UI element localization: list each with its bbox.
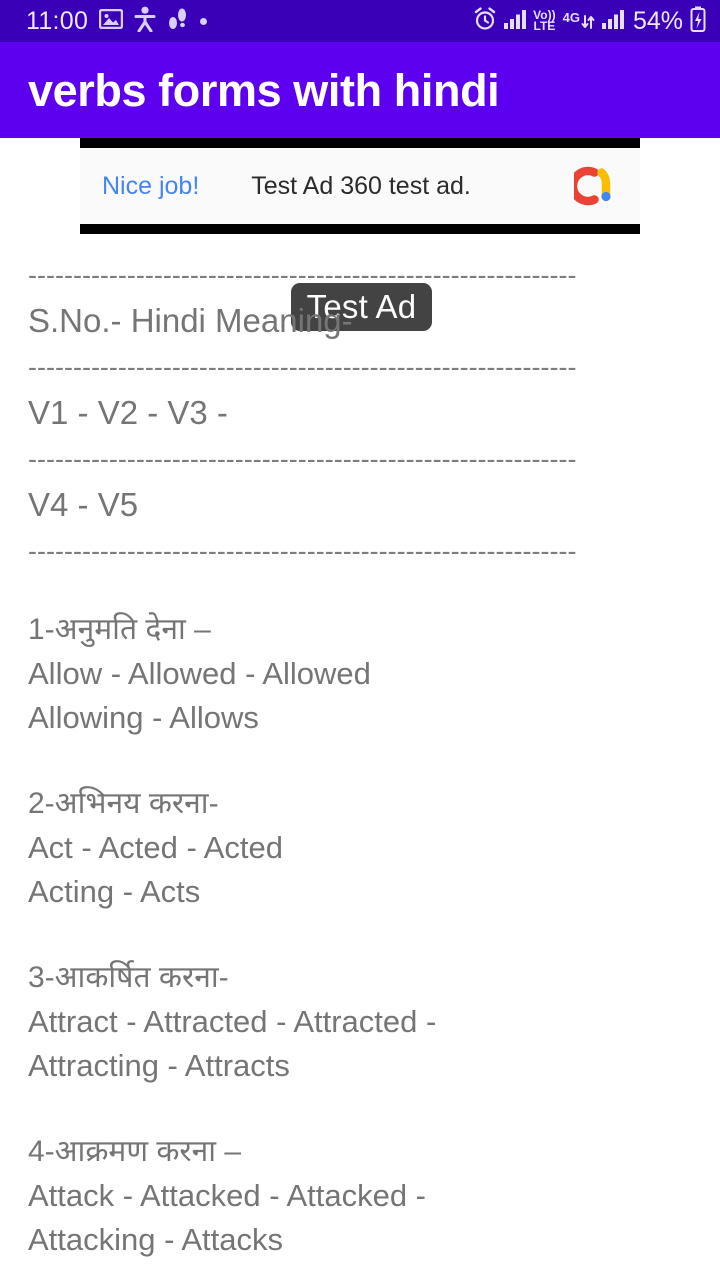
alarm-icon [473, 6, 497, 36]
separator-rule: ----------------------------------------… [28, 352, 577, 382]
separator-rule: ----------------------------------------… [28, 444, 577, 474]
page-title: verbs forms with hindi [28, 64, 500, 116]
battery-percent-label: 54% [632, 6, 683, 35]
network-type-icon: 4G [563, 11, 595, 31]
verb-entry: 1-अनुमति देना – Allow - Allowed - Allowe… [28, 608, 692, 740]
ad-content[interactable]: Nice job! Test Ad 360 test ad. [80, 148, 640, 224]
verb-entry: 2-अभिनय करना- Act - Acted - Acted Acting… [28, 782, 692, 914]
image-icon [99, 8, 124, 34]
verb-entry: 4-आक्रमण करना – Attack - Attacked - Atta… [28, 1130, 692, 1262]
ad-frame[interactable]: Nice job! Test Ad 360 test ad. [80, 138, 640, 234]
data-arrows-icon [581, 15, 595, 29]
verb-forms-line-1: Attract - Attracted - Attracted - [28, 1004, 437, 1039]
network-type-label: 4G [562, 10, 580, 25]
verb-list: ----------------------------------------… [0, 234, 720, 1262]
header-line-v4v5: V4 - V5 [28, 486, 139, 523]
battery-charging-icon [690, 6, 706, 37]
verb-hindi-meaning: 4-आक्रमण करना – [28, 1135, 242, 1168]
verb-hindi-meaning: 2-अभिनय करना- [28, 787, 219, 820]
verb-forms-line-2: Attacking - Attacks [28, 1222, 283, 1257]
signal-bars-2-icon [601, 9, 624, 34]
accessibility-icon [134, 6, 156, 37]
verb-forms-line-1: Attack - Attacked - Attacked - [28, 1178, 427, 1213]
app-bar: verbs forms with hindi [0, 42, 720, 138]
status-bar-clock: 11:00 [26, 6, 89, 35]
status-bar-right: Vo)) LTE 4G 54% [473, 6, 706, 37]
separator-rule: ----------------------------------------… [28, 536, 577, 566]
verb-forms-line-1: Allow - Allowed - Allowed [28, 656, 371, 691]
ad-cta-label[interactable]: Nice job! [102, 172, 199, 201]
status-bar: 11:00 Vo)) LTE 4G 54% [0, 0, 720, 42]
verb-forms-line-1: Act - Acted - Acted [28, 830, 284, 865]
separator-rule: ----------------------------------------… [28, 260, 577, 290]
admob-logo [568, 162, 622, 210]
verb-forms-line-2: Attracting - Attracts [28, 1048, 290, 1083]
dot-icon [200, 17, 208, 25]
ad-body-text: Test Ad 360 test ad. [251, 171, 471, 200]
verb-hindi-meaning: 1-अनुमति देना – [28, 613, 211, 646]
verb-forms-line-2: Acting - Acts [28, 874, 201, 909]
footsteps-icon [167, 6, 189, 37]
status-bar-left: 11:00 [26, 6, 208, 37]
content-scroll-area[interactable]: ----------------------------------------… [0, 234, 720, 1280]
ad-banner[interactable]: Nice job! Test Ad 360 test ad. Test Ad [0, 138, 720, 331]
verb-hindi-meaning: 3-आकर्षित करना- [28, 961, 229, 994]
volte-icon: Vo)) LTE [533, 9, 556, 33]
verb-forms-line-2: Allowing - Allows [28, 700, 259, 735]
signal-bars-icon [504, 9, 527, 34]
header-line-sno: S.No.- Hindi Meaning- [28, 302, 353, 339]
verb-entry: 3-आकर्षित करना- Attract - Attracted - At… [28, 956, 692, 1088]
header-line-v1v2v3: V1 - V2 - V3 - [28, 394, 228, 431]
volte-bottom-label: LTE [533, 19, 556, 33]
